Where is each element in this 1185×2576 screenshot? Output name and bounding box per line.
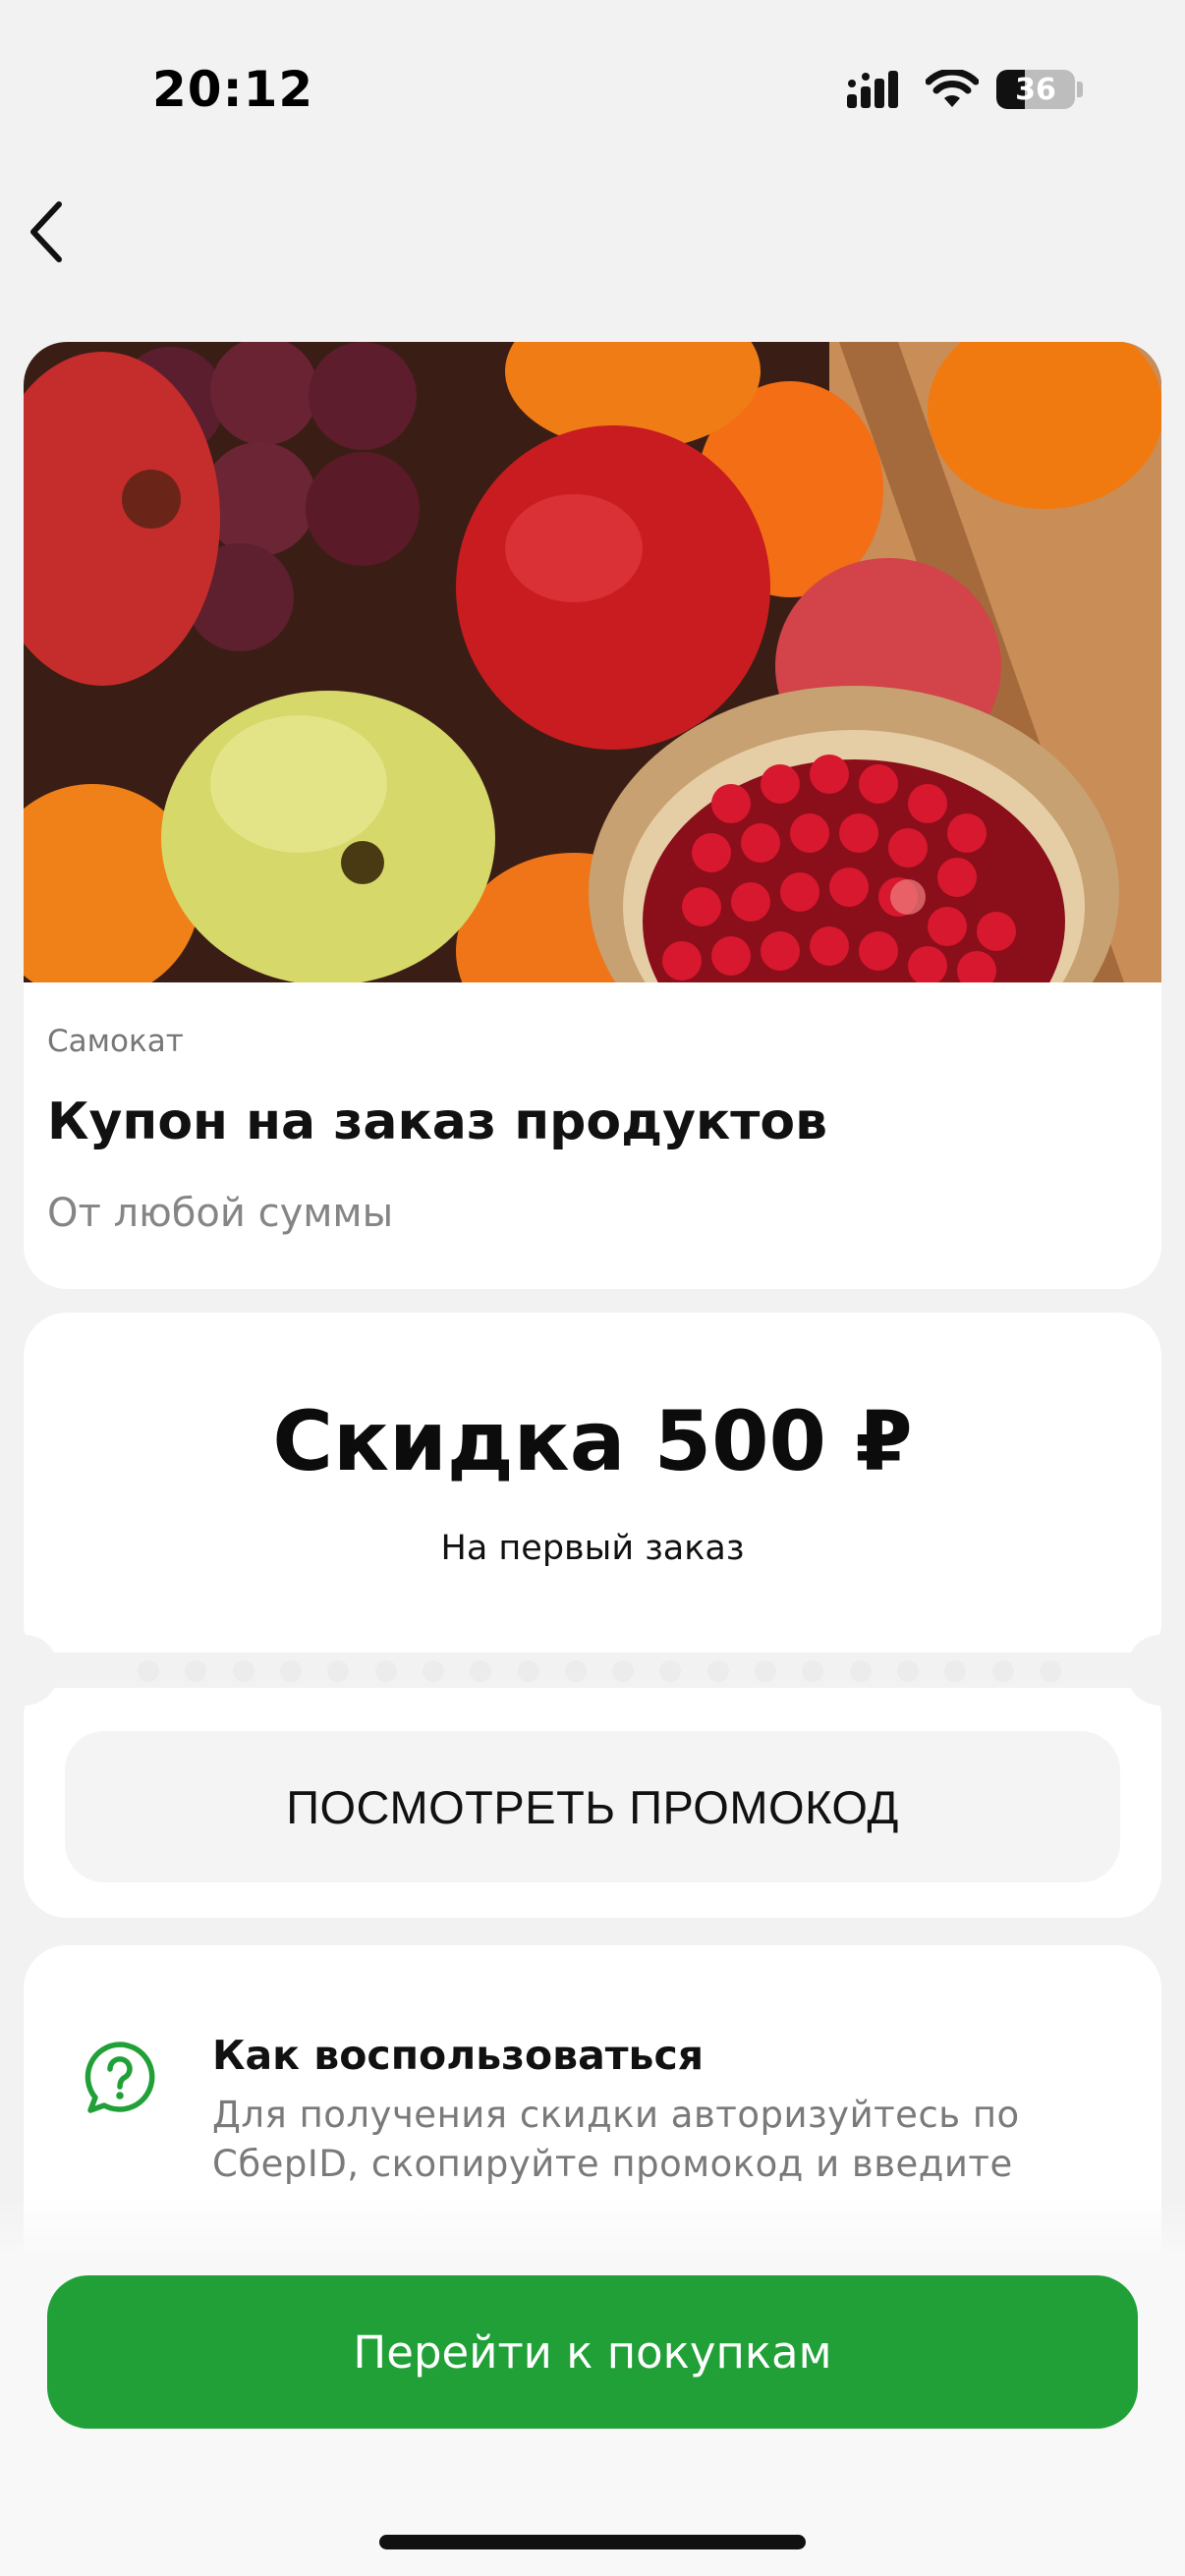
question-chat-icon	[85, 2042, 155, 2113]
coupon-perforation	[138, 1660, 1061, 1682]
status-icons: 36	[847, 69, 1083, 110]
wifi-icon	[926, 70, 979, 107]
chevron-left-icon	[30, 201, 62, 262]
go-shopping-button[interactable]: Перейти к покупкам	[47, 2275, 1138, 2429]
status-bar: 20:12 36	[0, 0, 1185, 187]
home-indicator	[379, 2535, 806, 2549]
status-time: 20:12	[152, 61, 314, 118]
merchant-name: Самокат	[47, 1024, 184, 1059]
battery-icon: 36	[996, 70, 1075, 109]
offer-subtitle: От любой суммы	[47, 1191, 394, 1236]
fruit-photo	[24, 342, 1161, 982]
offer-title: Купон на заказ продуктов	[47, 1092, 828, 1151]
discount-condition: На первый заказ	[440, 1529, 745, 1568]
signal-icon	[847, 71, 898, 108]
discount-amount: Скидка 500 ₽	[272, 1393, 913, 1489]
how-to-title: Как воспользоваться	[212, 2032, 705, 2079]
back-button[interactable]	[18, 193, 77, 271]
how-to-text: Для получения скидки авторизуйтесь по Сб…	[212, 2094, 1020, 2185]
show-promocode-button[interactable]: ПОСМОТРЕТЬ ПРОМОКОД	[65, 1731, 1120, 1882]
coupon-notch-right	[1126, 1635, 1185, 1706]
battery-level: 36	[1015, 72, 1056, 107]
